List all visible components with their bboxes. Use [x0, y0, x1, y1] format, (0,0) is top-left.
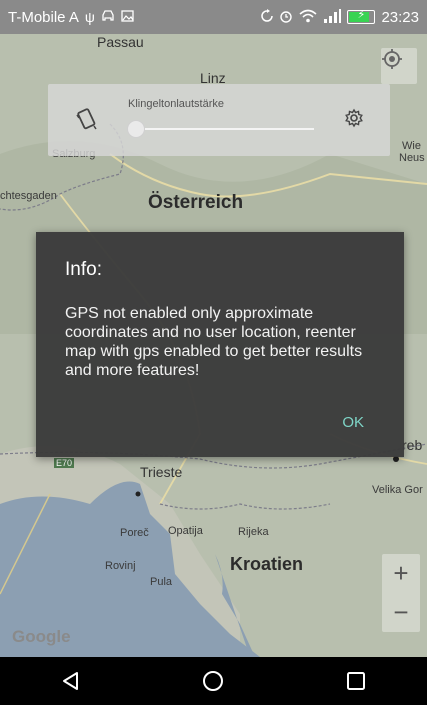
- map-label-velika-gorica: Velika Gor: [372, 484, 423, 496]
- status-bar-left: T-Mobile A ψ: [8, 9, 134, 26]
- google-logo: Google: [12, 627, 71, 646]
- map-label-rijeka: Rijeka: [238, 526, 269, 538]
- image-icon: [121, 10, 134, 24]
- volume-panel: Klingeltonlautstärke: [48, 84, 390, 156]
- info-dialog: Info: GPS not enabled only approximate c…: [36, 232, 404, 457]
- map-label-passau: Passau: [97, 34, 144, 50]
- wifi-icon: [299, 9, 317, 25]
- usb-icon: ψ: [84, 9, 95, 25]
- dialog-title: Info:: [65, 259, 102, 280]
- battery-icon: ⚡: [347, 9, 376, 24]
- zoom-in-button[interactable]: +: [393, 558, 408, 589]
- back-icon: [63, 672, 79, 690]
- map-label-zagreb: reb: [402, 437, 423, 453]
- carrier-name: T-Mobile A: [8, 8, 79, 26]
- my-location-button[interactable]: [381, 48, 417, 84]
- clock: 23:23: [381, 8, 419, 26]
- volume-slider-track[interactable]: [136, 128, 314, 130]
- home-button[interactable]: [183, 661, 243, 701]
- zoom-controls: + −: [382, 554, 420, 632]
- gear-icon[interactable]: [344, 108, 364, 133]
- navigation-bar: [0, 657, 427, 705]
- dialog-message: GPS not enabled only approximate coordin…: [65, 305, 363, 379]
- sync-icon: [261, 9, 274, 25]
- recents-icon: [346, 672, 365, 690]
- signal-icon: [323, 9, 342, 25]
- crosshair-icon: [382, 49, 402, 69]
- vibrate-icon[interactable]: [74, 106, 100, 137]
- road-shield-e70: E70: [54, 458, 75, 468]
- map-label-berchtesgaden: chtesgaden: [0, 190, 57, 202]
- map-label-opatija: Opatija: [168, 525, 203, 537]
- alarm-icon: [279, 9, 293, 25]
- car-icon: [101, 10, 115, 24]
- volume-label: Klingeltonlautstärke: [128, 98, 225, 110]
- map-label-porec: Poreč: [120, 527, 149, 539]
- status-bar: T-Mobile A ψ ⚡ 23:23: [0, 0, 427, 34]
- zoom-out-button[interactable]: −: [393, 597, 408, 628]
- ok-button[interactable]: OK: [342, 414, 364, 431]
- map-label-kroatien: Kroatien: [230, 554, 304, 574]
- map-label-rovinj: Rovinj: [105, 560, 136, 572]
- recents-button[interactable]: [326, 661, 386, 701]
- status-bar-right: ⚡ 23:23: [261, 9, 419, 26]
- back-button[interactable]: [41, 661, 101, 701]
- map-label-neusiedl: Neus: [399, 152, 425, 164]
- map-label-trieste: Trieste: [140, 464, 183, 480]
- map-label-pula: Pula: [150, 576, 173, 588]
- map-label-wien: Wie: [402, 140, 421, 152]
- home-icon: [203, 671, 224, 691]
- volume-slider-thumb[interactable]: [127, 120, 145, 138]
- map-label-oesterreich: Österreich: [148, 192, 244, 213]
